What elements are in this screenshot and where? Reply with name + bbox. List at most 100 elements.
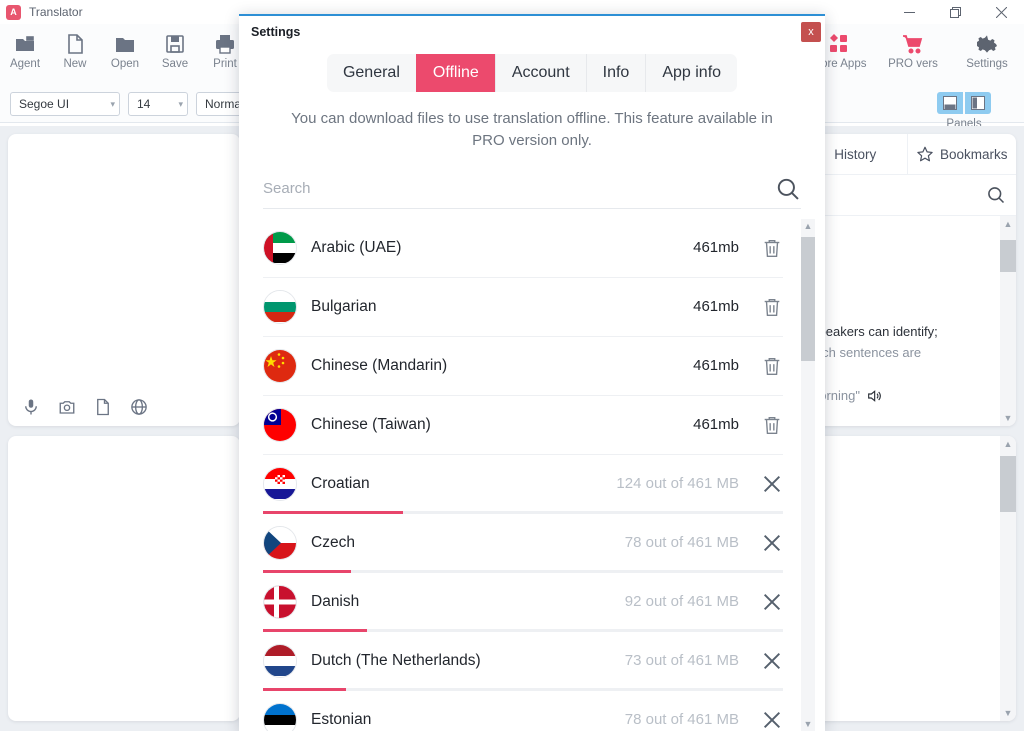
close-icon[interactable] <box>739 532 783 554</box>
chevron-up-icon[interactable]: ▲ <box>1000 436 1016 452</box>
language-row[interactable]: Croatian124 out of 461 MB <box>263 455 783 514</box>
language-row[interactable]: Danish92 out of 461 MB <box>263 573 783 632</box>
trash-icon[interactable] <box>739 237 783 259</box>
tab-app-info[interactable]: App info <box>645 54 737 92</box>
minimize-button[interactable] <box>886 0 932 24</box>
save-icon <box>163 32 187 56</box>
settings-dialog-title: Settings <box>251 25 300 39</box>
language-name: Chinese (Taiwan) <box>311 416 431 434</box>
font-family-value: Segoe UI <box>19 97 69 111</box>
globe-icon[interactable] <box>130 398 148 416</box>
tab-label: App info <box>662 64 721 82</box>
close-icon[interactable]: x <box>801 22 821 42</box>
tab-info[interactable]: Info <box>586 54 646 92</box>
scrollbar-thumb[interactable] <box>1000 240 1016 272</box>
scrollbar-thumb[interactable] <box>1000 456 1016 512</box>
tab-bookmarks[interactable]: Bookmarks <box>907 134 1017 174</box>
document-icon[interactable] <box>94 398 112 416</box>
ribbon-button-new[interactable]: New <box>50 28 100 70</box>
chevron-down-icon[interactable]: ▼ <box>1000 705 1016 721</box>
lower-right-panel: ▲ ▼ <box>798 436 1016 721</box>
print-icon <box>213 32 237 56</box>
font-family-select[interactable]: Segoe UI ▾ <box>10 92 120 116</box>
maximize-button[interactable] <box>932 0 978 24</box>
target-text-editor[interactable] <box>8 436 240 721</box>
language-name: Czech <box>311 534 355 552</box>
language-list-wrapper: Arabic (UAE)461mbBulgarian461mbChinese (… <box>239 219 825 731</box>
search-input[interactable]: Search <box>263 180 311 197</box>
ribbon-button-agent[interactable]: Agent <box>0 28 50 70</box>
source-editor-tools <box>22 398 148 416</box>
open-folder-icon <box>113 32 137 56</box>
ribbon-right-group: More Apps PRO vers Settings <box>802 28 1024 70</box>
search-icon[interactable] <box>986 185 1006 205</box>
trash-icon[interactable] <box>739 296 783 318</box>
tab-account[interactable]: Account <box>495 54 586 92</box>
microphone-icon[interactable] <box>22 398 40 416</box>
language-row[interactable]: Czech78 out of 461 MB <box>263 514 783 573</box>
search-icon[interactable] <box>775 176 801 202</box>
content-line: hich sentences are <box>812 343 1002 364</box>
panel-side-toggle[interactable] <box>965 92 991 114</box>
ribbon-button-settings[interactable]: Settings <box>950 28 1024 70</box>
flag-icon <box>263 703 297 731</box>
speaker-icon[interactable] <box>866 388 882 404</box>
panel-side-icon <box>971 96 985 110</box>
language-row[interactable]: Chinese (Taiwan)461mb <box>263 396 783 455</box>
close-button[interactable] <box>978 0 1024 24</box>
flag-icon <box>263 290 297 324</box>
offline-search-row[interactable]: Search <box>263 170 801 209</box>
right-panel-scrollbar[interactable]: ▲ ▼ <box>1000 216 1016 426</box>
language-name: Chinese (Mandarin) <box>311 357 447 375</box>
right-panel-search[interactable] <box>798 175 1016 216</box>
flag-icon <box>263 585 297 619</box>
language-size: 124 out of 461 MB <box>616 475 739 492</box>
chevron-down-icon[interactable]: ▼ <box>1000 410 1016 426</box>
camera-icon[interactable] <box>58 398 76 416</box>
panels-group: Panels <box>910 92 1018 130</box>
tab-label: General <box>343 64 400 82</box>
settings-dialog-header: Settings x <box>239 16 825 48</box>
tab-offline[interactable]: Offline <box>416 54 495 92</box>
language-list-scrollbar[interactable]: ▲ ▼ <box>801 219 815 731</box>
language-row[interactable]: Chinese (Mandarin) 461mb <box>263 337 783 396</box>
star-icon <box>916 145 934 163</box>
scrollbar-track[interactable] <box>1000 452 1016 705</box>
close-icon[interactable] <box>739 709 783 731</box>
chevron-up-icon[interactable]: ▲ <box>1000 216 1016 232</box>
language-row[interactable]: Estonian78 out of 461 MB <box>263 691 783 731</box>
trash-icon[interactable] <box>739 414 783 436</box>
ribbon-button-pro-version[interactable]: PRO vers <box>876 28 950 70</box>
content-line: speakers can identify; <box>812 322 1002 343</box>
language-row[interactable]: Bulgarian461mb <box>263 278 783 337</box>
ribbon-label: Print <box>213 58 237 70</box>
scrollbar-thumb[interactable] <box>801 237 815 361</box>
flag-icon <box>263 467 297 501</box>
ribbon-button-open[interactable]: Open <box>100 28 150 70</box>
language-list[interactable]: Arabic (UAE)461mbBulgarian461mbChinese (… <box>263 219 783 731</box>
language-row[interactable]: Arabic (UAE)461mb <box>263 219 783 278</box>
panel-bottom-toggle[interactable] <box>937 92 963 114</box>
settings-tabs: General Offline Account Info App info <box>327 54 737 92</box>
font-size-select[interactable]: 14 ▾ <box>128 92 188 116</box>
tab-general[interactable]: General <box>327 54 416 92</box>
language-row[interactable]: Dutch (The Netherlands)73 out of 461 MB <box>263 632 783 691</box>
scrollbar-track[interactable] <box>1000 232 1016 410</box>
language-size: 92 out of 461 MB <box>625 593 739 610</box>
app-title: Translator <box>29 5 83 19</box>
chevron-up-icon[interactable]: ▲ <box>801 219 815 233</box>
close-icon[interactable] <box>739 473 783 495</box>
close-icon[interactable] <box>739 650 783 672</box>
right-column: History Bookmarks speakers can identify; <box>792 126 1024 729</box>
translator-logo-icon: A <box>6 5 21 20</box>
close-icon[interactable] <box>739 591 783 613</box>
history-bookmarks-panel: History Bookmarks speakers can identify; <box>798 134 1016 426</box>
lower-right-content: ▲ ▼ <box>798 436 1016 721</box>
trash-icon[interactable] <box>739 355 783 377</box>
source-text-editor[interactable] <box>8 134 240 426</box>
cart-icon <box>901 32 925 56</box>
language-size: 461mb <box>693 357 739 374</box>
lower-right-scrollbar[interactable]: ▲ ▼ <box>1000 436 1016 721</box>
ribbon-button-save[interactable]: Save <box>150 28 200 70</box>
chevron-down-icon: ▾ <box>170 99 183 110</box>
